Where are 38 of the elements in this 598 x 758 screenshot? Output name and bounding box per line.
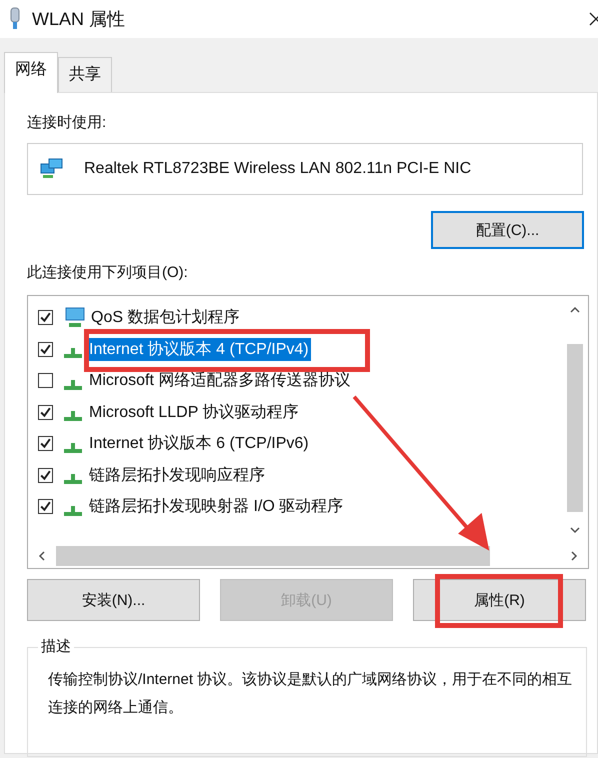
protocol-icon [64,506,82,516]
checkbox[interactable] [38,342,53,357]
action-button[interactable]: 属性(R) [413,579,586,621]
checkbox[interactable] [38,468,53,483]
checkbox[interactable] [38,310,53,326]
list-item[interactable]: 链路层拓扑发现响应程序 [87,464,267,487]
protocol-icon [64,348,82,358]
tab[interactable]: 网络 [4,52,58,93]
network-icon [40,158,64,180]
scroll-up-icon[interactable] [569,306,581,314]
wifi-adapter-icon [8,7,22,31]
checkbox[interactable] [38,436,53,452]
tab[interactable]: 共享 [58,57,112,92]
scroll-right-icon[interactable] [570,550,578,562]
checkbox[interactable] [38,499,53,514]
list-item[interactable]: Microsoft 网络适配器多路传送器协议 [87,369,352,392]
window-title: WLAN 属性 [32,8,126,31]
list-item[interactable]: 链路层拓扑发现映射器 I/O 驱动程序 [87,495,346,518]
list-item[interactable]: Microsoft LLDP 协议驱动程序 [87,400,301,424]
adapter-field: Realtek RTL8723BE Wireless LAN 802.11n PCI-E NIC [27,143,583,195]
scroll-left-icon[interactable] [38,550,46,562]
protocol-icon [64,474,82,484]
configure-button[interactable]: 配置(C)... [431,211,584,249]
list-item[interactable]: Internet 协议版本 4 (TCP/IPv4) [87,338,311,361]
protocol-icon [64,380,82,390]
protocol-icon [64,442,82,453]
protocol-icon [64,411,82,422]
group-title: 描述 [38,637,74,656]
checkbox[interactable] [38,404,53,420]
section-label: 此连接使用下列项目(O): [27,263,189,283]
checkbox[interactable] [38,373,53,388]
action-button[interactable]: 安装(N)... [27,579,200,621]
section-label: 连接时使用: [27,113,108,133]
list-item[interactable]: Internet 协议版本 6 (TCP/IPv6) [87,432,311,456]
scroll-down-icon[interactable] [569,526,581,534]
description-text: 传输控制协议/Internet 协议。该协议是默认的广域网络协议，用于在不同的相互连接的网络上通信。 [48,670,574,718]
list-item[interactable]: QoS 数据包计划程序 [89,306,242,330]
monitor-icon [63,306,87,329]
